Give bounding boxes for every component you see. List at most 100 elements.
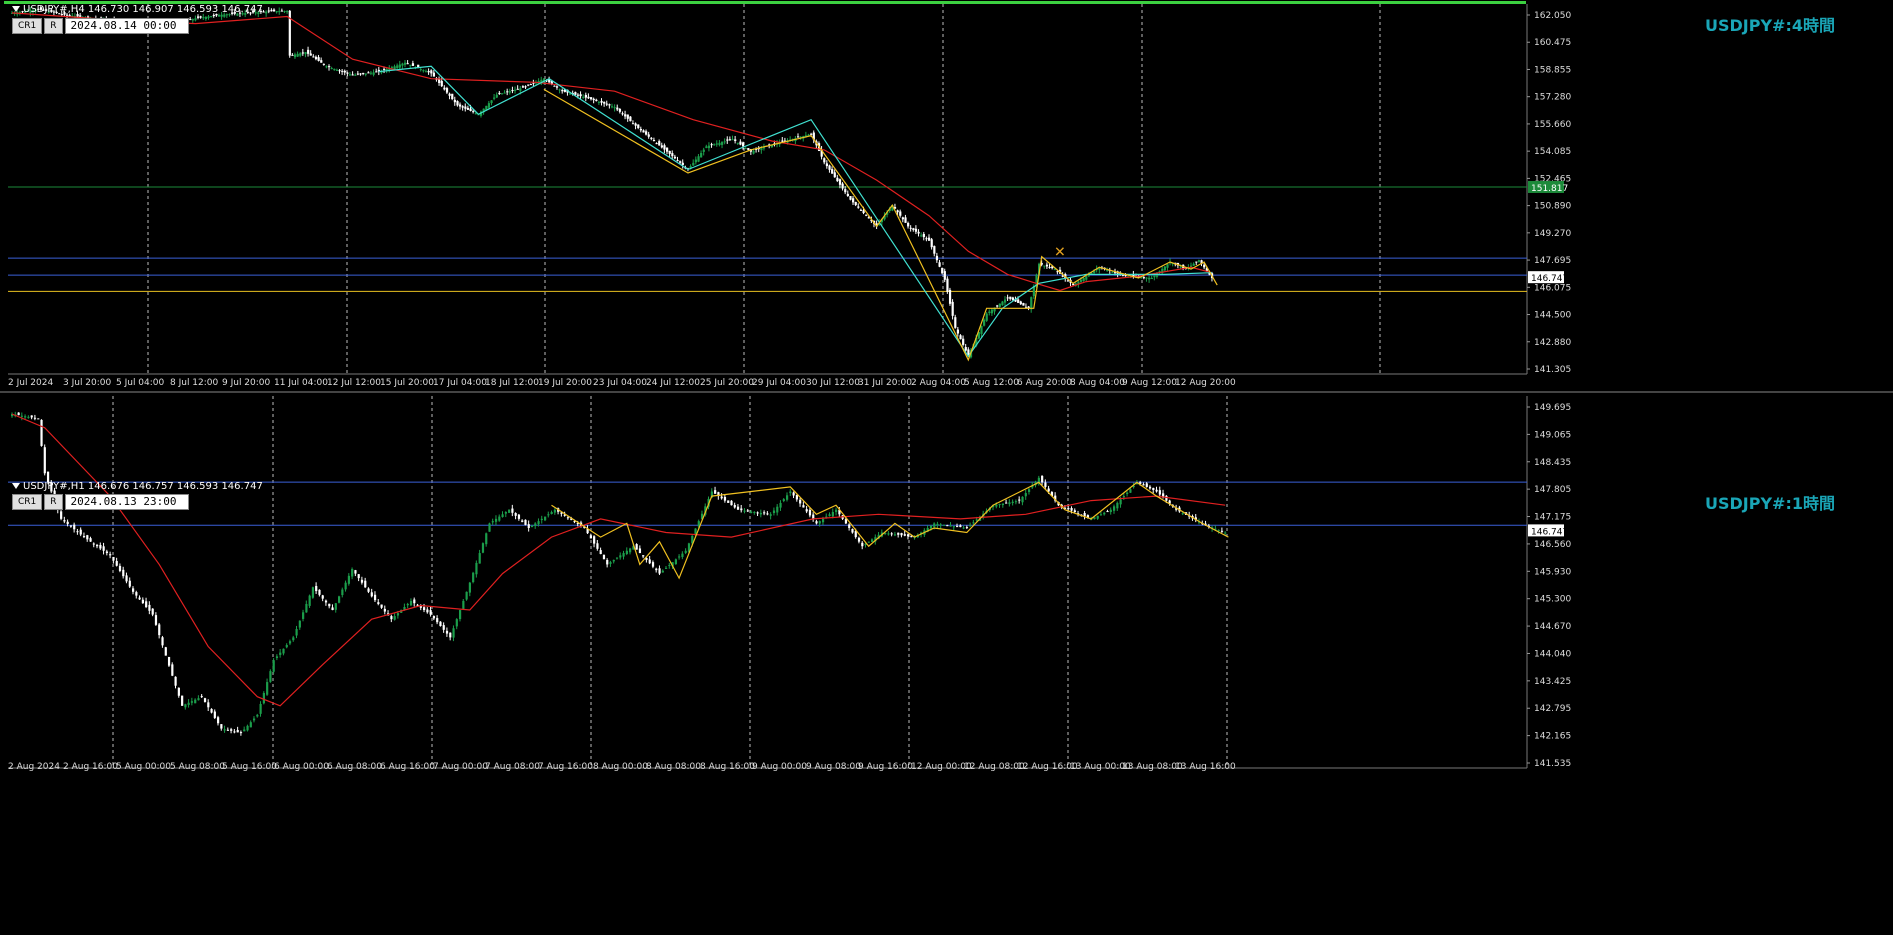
y-tick-label: 149.065 [1534,430,1571,440]
candle-bull [514,89,517,91]
candle-bull [344,582,347,590]
candle-bear [445,88,449,93]
candle-bull [789,491,792,494]
y-tick-label: 158.855 [1534,65,1571,75]
y-tick-label: 141.305 [1534,365,1571,375]
cr1-button[interactable]: CR1 [12,494,43,510]
candle-bear [943,271,946,280]
y-tick-label: 147.805 [1534,485,1571,495]
candle-bull [553,509,557,513]
candle-bear [733,504,736,508]
candle-bear [844,189,847,193]
x-tick-label: 12 Aug 20:00 [1175,378,1236,388]
candle-bear [135,592,138,596]
candle-bear [1158,490,1161,495]
panel-h4-controls: CR1 R 2024.08.14 00:00 [12,18,189,34]
candle-bull [684,550,687,553]
candle-bear [576,94,580,96]
candle-bear [728,139,732,141]
candle-bear [862,210,865,214]
candle-bear [634,123,637,126]
candle-bull [723,141,726,143]
candle-bear [823,158,826,163]
candle-bear [600,100,603,103]
candle-bear [857,206,860,208]
chart-canvas[interactable]: 162.050 160.475 158.855 157.280 155.660 154.0… [0,0,1893,935]
candle-bear [346,72,349,74]
x-tick-label: 29 Jul 04:00 [752,378,806,388]
candle-bear [740,508,743,511]
candle-bear [965,527,969,529]
candle-bull [1145,277,1148,279]
candle-bull [501,514,504,518]
candle-bear [579,94,582,97]
x-tick-label: 5 Aug 12:00 [964,378,1019,388]
candle-bear [517,514,521,519]
x-tick-label: 9 Jul 20:00 [222,378,271,388]
candle-bear [808,509,812,516]
candle-bull [731,139,734,141]
x-tick-label: 7 Aug 16:00 [538,762,593,772]
date-box[interactable]: 2024.08.14 00:00 [64,18,189,34]
candle-bear [602,554,606,560]
candle-bear [956,329,960,334]
candle-bear [370,592,373,597]
candle-bull [1085,276,1088,280]
candle-bear [68,15,71,17]
candle-bull [759,512,763,515]
candle-bear [655,143,658,145]
candle-bear [267,10,270,12]
candle-bear [291,54,294,56]
candle-bull [1043,265,1046,267]
candle-bear [747,148,750,150]
candle-bull [629,548,632,553]
candle-bull [465,591,468,600]
candle-bear [321,595,324,599]
x-tick-label: 6 Aug 16:00 [380,762,435,772]
candle-bull [985,313,988,321]
candle-bull [668,565,671,567]
candle-bear [838,179,842,185]
candle-bear [900,533,903,536]
candle-bear [1083,512,1086,517]
candle-bear [844,519,848,524]
candle-bear [720,496,723,499]
candle-bull [983,319,986,326]
candle-bull [760,148,763,151]
candle-bull [540,518,543,520]
candle-bear [174,676,177,686]
candle-bear [938,262,941,267]
candle-bear [912,228,915,230]
collapse-triangle-icon[interactable] [12,483,20,489]
candle-bull [283,11,286,13]
candle-bear [1148,486,1152,489]
r-button[interactable]: R [44,18,63,34]
candle-bull [980,325,983,334]
candle-bear [574,92,577,95]
cr1-button[interactable]: CR1 [12,18,43,34]
candle-bear [956,526,959,528]
candle-bull [194,699,197,704]
candle-bear [82,536,86,538]
candle-bear [161,637,164,646]
candle-bull [1109,509,1112,512]
candle-bull [369,72,373,74]
candle-bull [972,522,975,524]
candle-bear [37,418,40,420]
candle-bear [647,134,650,137]
candle-bull [612,559,615,562]
candle-bull [325,66,328,68]
candle-bull [782,499,785,502]
candle-bear [301,52,305,54]
candle-bull [681,553,684,558]
candle-bear [373,594,377,601]
candle-bear [466,107,470,110]
candle-bull [744,148,747,150]
candle-bull [1103,512,1106,515]
candle-bull [293,54,297,58]
date-box[interactable]: 2024.08.13 23:00 [64,494,189,510]
candle-bull [282,648,285,654]
collapse-triangle-icon[interactable] [12,6,20,12]
candle-bear [521,86,525,88]
r-button[interactable]: R [44,494,63,510]
